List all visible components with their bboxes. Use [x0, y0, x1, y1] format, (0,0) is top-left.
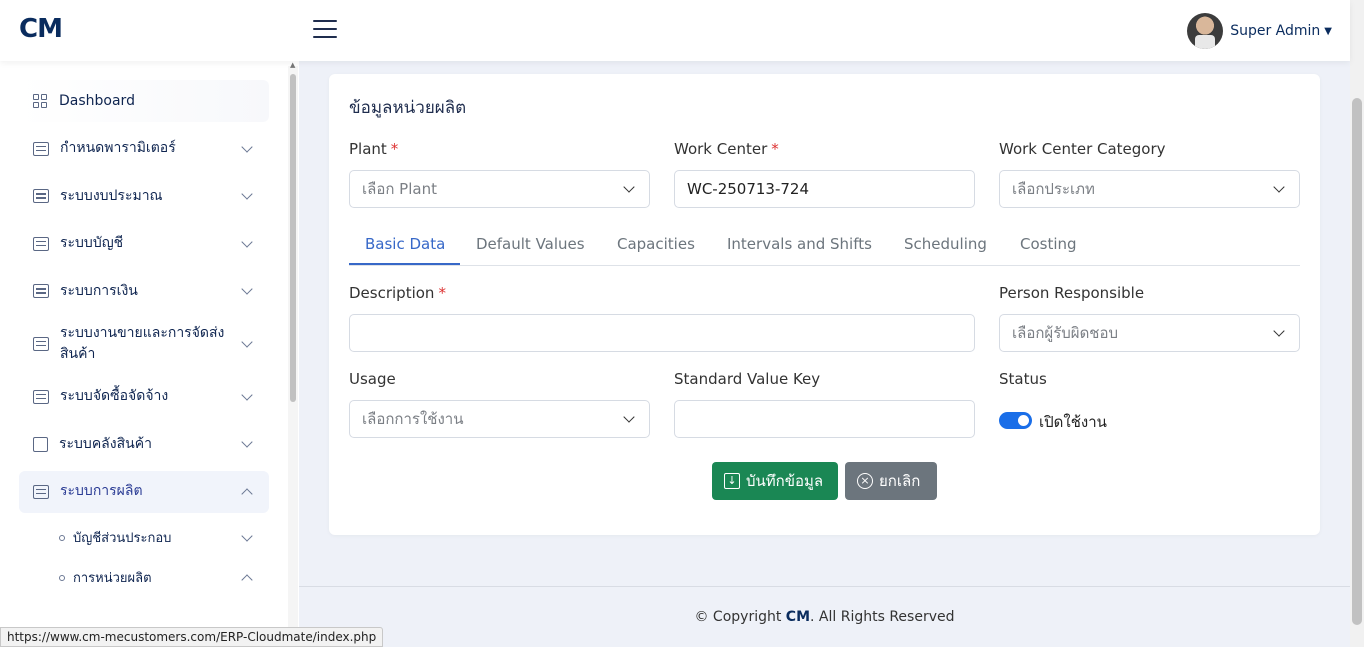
sidebar-subitem-work-center[interactable]: การหน่วยผลิต [19, 558, 269, 598]
work-center-form-card: ข้อมูลหน่วยผลิต Plant * เลือก Plant Work … [329, 74, 1320, 535]
sidebar-item-production[interactable]: ระบบการผลิต [19, 470, 269, 513]
chevron-down-icon [623, 181, 635, 193]
chevron-down-icon [241, 388, 253, 401]
plant-select-value: เลือก Plant [362, 180, 437, 198]
sidebar-scrollbar-thumb[interactable] [290, 74, 296, 402]
chevron-down-icon [241, 236, 253, 248]
app-logo[interactable]: CM [19, 14, 63, 44]
sidebar-item-label: ระบบการผลิต [60, 483, 143, 500]
standard-value-key-input[interactable] [674, 400, 975, 438]
server-icon [33, 284, 49, 299]
server-icon [33, 236, 49, 251]
chevron-up-icon [241, 488, 253, 500]
grid-icon [33, 94, 47, 108]
save-button-label: บันทึกข้อมูล [746, 472, 824, 490]
sidebar-item-parameters[interactable]: กำหนดพารามิเตอร์ [19, 128, 269, 170]
sidebar-item-label: กำหนดพารามิเตอร์ [60, 140, 176, 157]
sidebar-item-label: ระบบการเงิน [60, 282, 138, 299]
server-icon [33, 189, 49, 204]
status-toggle[interactable] [999, 412, 1032, 429]
download-icon: ↓ [724, 473, 740, 489]
cancel-button-label: ยกเลิก [879, 472, 921, 490]
work-center-value: WC-250713-724 [687, 180, 810, 198]
chevron-up-icon [241, 574, 253, 587]
menu-toggle-icon[interactable] [313, 20, 337, 42]
tab-basic-data[interactable]: Basic Data [365, 235, 445, 253]
chevron-down-icon [241, 188, 253, 200]
status-toggle-label: เปิดใช้งาน [1039, 413, 1107, 431]
sidebar-item-label: ระบบบัญชี [60, 235, 124, 252]
user-name[interactable]: Super Admin [1230, 23, 1320, 39]
sidebar-item-label: ระบบจัดซื้อจัดจ้าง [60, 388, 169, 405]
server-icon [33, 389, 49, 404]
bullet-icon [59, 575, 65, 582]
usage-select[interactable]: เลือกการใช้งาน [349, 400, 650, 438]
usage-select-value: เลือกการใช้งาน [362, 410, 464, 428]
sidebar-item-label: Dashboard [59, 92, 135, 109]
form-tabs: Basic Data Default Values Capacities Int… [349, 227, 1300, 266]
sidebar-item-finance[interactable]: ระบบการเงิน [19, 270, 269, 312]
person-responsible-label: Person Responsible [999, 284, 1145, 302]
copyright-text: © Copyright CM. All Rights Reserved [694, 609, 955, 625]
server-icon [33, 141, 49, 156]
chevron-down-icon [1273, 181, 1285, 193]
tab-capacities[interactable]: Capacities [617, 235, 695, 253]
bullet-icon [59, 535, 65, 542]
active-tab-indicator [349, 263, 460, 265]
save-button[interactable]: ↓ บันทึกข้อมูล [712, 462, 838, 500]
category-select-value: เลือกประเภท [1012, 180, 1095, 198]
plant-select[interactable]: เลือก Plant [349, 170, 650, 208]
user-menu[interactable]: Super Admin ▼ [1187, 13, 1332, 49]
chevron-down-icon [1273, 325, 1285, 337]
description-input[interactable] [349, 314, 975, 352]
form-title: ข้อมูลหน่วยผลิต [349, 98, 467, 118]
link-status-bar: https://www.cm-mecustomers.com/ERP-Cloud… [0, 627, 384, 647]
sidebar: Dashboard กำหนดพารามิเตอร์ ระบบงบประมาณ … [0, 61, 299, 647]
work-center-label: Work Center * [674, 140, 779, 158]
tab-intervals-shifts[interactable]: Intervals and Shifts [727, 235, 872, 253]
tab-scheduling[interactable]: Scheduling [904, 235, 987, 253]
status-label: Status [999, 370, 1047, 388]
person-select-value: เลือกผู้รับผิดชอบ [1012, 324, 1119, 342]
chevron-down-icon [241, 530, 253, 543]
chevron-down-icon [241, 140, 253, 153]
usage-label: Usage [349, 370, 396, 388]
scroll-up-arrow-icon[interactable]: ▲ [290, 61, 295, 69]
category-label: Work Center Category [999, 140, 1166, 158]
sidebar-subitem-label: บัญชีส่วนประกอบ [73, 530, 172, 546]
chevron-down-icon [241, 436, 253, 448]
sidebar-item-accounting[interactable]: ระบบบัญชี [19, 223, 269, 265]
close-circle-icon: × [857, 473, 873, 489]
work-center-input[interactable]: WC-250713-724 [674, 170, 975, 208]
tab-costing[interactable]: Costing [1020, 235, 1077, 253]
cancel-button[interactable]: × ยกเลิก [845, 462, 937, 500]
page-scrollbar-thumb[interactable] [1352, 98, 1362, 625]
sidebar-item-warehouse[interactable]: ระบบคลังสินค้า [19, 423, 269, 465]
page-footer: © Copyright CM. All Rights Reserved [299, 586, 1350, 647]
server-icon [33, 484, 49, 499]
server-icon [33, 336, 49, 351]
category-select[interactable]: เลือกประเภท [999, 170, 1300, 208]
sidebar-item-budget[interactable]: ระบบงบประมาณ [19, 175, 269, 217]
caret-down-icon[interactable]: ▼ [1324, 26, 1332, 37]
sidebar-subitem-label: การหน่วยผลิต [73, 570, 152, 586]
plant-label: Plant * [349, 140, 399, 158]
sidebar-item-dashboard[interactable]: Dashboard [19, 80, 269, 122]
tab-default-values[interactable]: Default Values [476, 235, 585, 253]
sidebar-item-label: ระบบงานขายและการจัดส่งสินค้า [60, 324, 225, 362]
standard-value-key-label: Standard Value Key [674, 370, 821, 388]
sidebar-subitem-bom[interactable]: บัญชีส่วนประกอบ [19, 518, 269, 558]
chevron-down-icon [241, 336, 253, 348]
avatar[interactable] [1187, 13, 1224, 49]
description-label: Description * [349, 284, 446, 302]
sidebar-item-label: ระบบคลังสินค้า [59, 435, 152, 452]
box-icon [33, 436, 48, 452]
chevron-down-icon [623, 411, 635, 423]
sidebar-item-sales[interactable]: ระบบงานขายและการจัดส่งสินค้า [19, 318, 269, 370]
person-responsible-select[interactable]: เลือกผู้รับผิดชอบ [999, 314, 1300, 352]
top-header: CM Super Admin ▼ [0, 0, 1350, 61]
sidebar-item-procurement[interactable]: ระบบจัดซื้อจัดจ้าง [19, 376, 269, 418]
sidebar-item-label: ระบบงบประมาณ [60, 187, 163, 204]
chevron-down-icon [241, 283, 253, 296]
